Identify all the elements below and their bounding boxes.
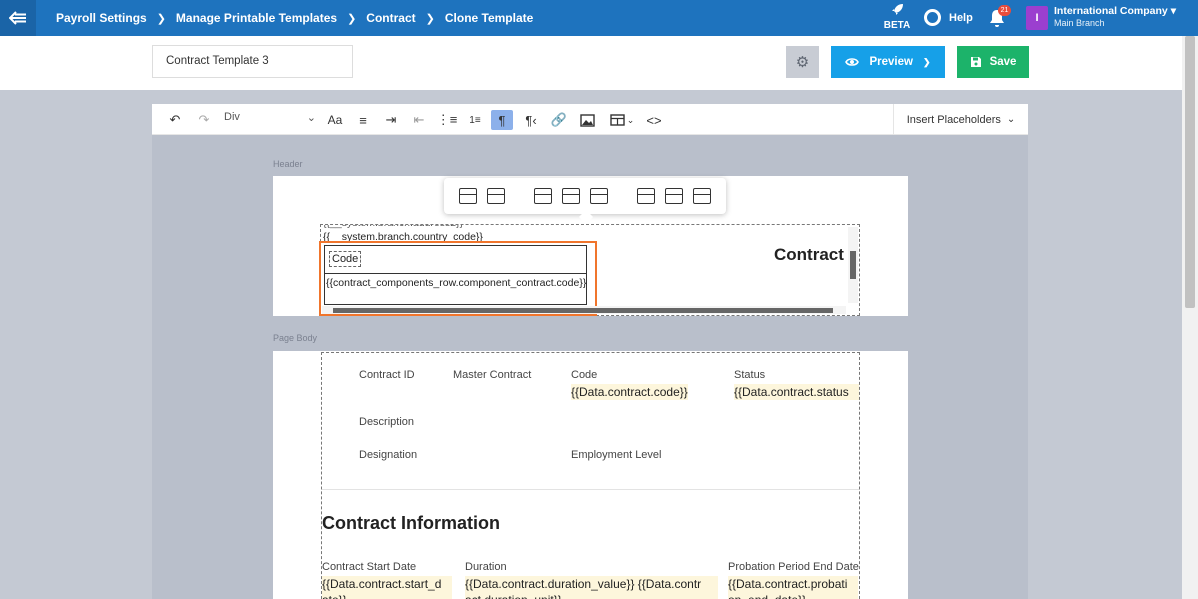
numbered-list-icon[interactable]: 1≡ bbox=[464, 110, 486, 130]
table-header-icon[interactable] bbox=[459, 188, 477, 204]
save-button[interactable]: Save bbox=[957, 46, 1029, 78]
scrollbar-thumb[interactable] bbox=[333, 308, 833, 313]
start-date-placeholder[interactable]: {{Data.contract.start_d ate}} bbox=[322, 576, 452, 599]
rtl-direction-icon[interactable]: ¶‹ bbox=[520, 110, 542, 130]
scrollbar-thumb[interactable] bbox=[1185, 36, 1195, 308]
bullet-list-icon[interactable]: ⋮≡ bbox=[436, 110, 458, 130]
code-label: Code bbox=[571, 369, 598, 381]
chevron-right-icon: ❯ bbox=[347, 12, 357, 25]
code-placeholder-cell[interactable]: {{contract_components_row.component_cont… bbox=[326, 277, 588, 290]
ltr-direction-icon[interactable]: ¶ bbox=[491, 110, 513, 130]
scrollbar-thumb[interactable] bbox=[850, 251, 856, 279]
column-right-icon[interactable] bbox=[665, 188, 683, 204]
breadcrumb-contract[interactable]: Contract bbox=[366, 11, 415, 25]
beta-label: BETA bbox=[883, 20, 911, 31]
row-below-icon[interactable] bbox=[562, 188, 580, 204]
selected-table-cell[interactable]: Code {{contract_components_row.component… bbox=[319, 241, 597, 316]
breadcrumb-clone-template: Clone Template bbox=[444, 11, 534, 25]
caret-down-icon: ▾ bbox=[1170, 5, 1176, 17]
header-contract-title: Contract bbox=[774, 245, 844, 264]
breadcrumb-payroll-settings[interactable]: Payroll Settings bbox=[56, 11, 147, 25]
delete-row-icon[interactable] bbox=[590, 188, 608, 204]
undo-icon[interactable]: ↶ bbox=[164, 110, 186, 130]
company-switcher[interactable]: International Company ▾ Main Branch bbox=[1054, 5, 1176, 29]
redo-icon[interactable]: ↷ bbox=[193, 110, 215, 130]
align-left-icon[interactable]: ≡ bbox=[352, 110, 374, 130]
settings-button[interactable]: ⚙ bbox=[786, 46, 819, 78]
company-avatar[interactable]: I bbox=[1026, 6, 1048, 30]
code-table[interactable]: Code {{contract_components_row.component… bbox=[324, 245, 587, 305]
table-insert-icon[interactable]: ⌄ bbox=[606, 110, 638, 130]
page-header: Contract Template 3 ⚙ Preview ❯ Save bbox=[0, 36, 1182, 90]
duration-placeholder[interactable]: {{Data.contract.duration_value}} {{Data.… bbox=[465, 576, 718, 599]
column-left-icon[interactable] bbox=[637, 188, 655, 204]
block-format-select[interactable]: Div ⌄ bbox=[224, 111, 316, 124]
back-arrow-icon[interactable] bbox=[0, 0, 36, 36]
start-date-label: Contract Start Date bbox=[322, 561, 417, 573]
chevron-right-icon: ❯ bbox=[425, 12, 435, 25]
chevron-down-icon: ⌄ bbox=[1006, 114, 1016, 125]
status-label: Status bbox=[734, 369, 766, 381]
header-horizontal-scrollbar[interactable] bbox=[322, 306, 846, 314]
help-button[interactable]: Help bbox=[924, 9, 973, 26]
description-label: Description bbox=[359, 416, 415, 428]
link-icon[interactable]: 🔗 bbox=[548, 110, 570, 130]
table-popup-toolbar bbox=[444, 178, 726, 225]
branch-name: Main Branch bbox=[1054, 18, 1105, 28]
preview-button[interactable]: Preview ❯ bbox=[831, 46, 945, 78]
block-format-value: Div bbox=[224, 111, 240, 123]
outdent-icon[interactable]: ⇤ bbox=[408, 110, 430, 130]
breadcrumb: Payroll Settings ❯ Manage Printable Temp… bbox=[56, 0, 533, 36]
code-view-icon[interactable]: <> bbox=[643, 110, 665, 130]
duration-label: Duration bbox=[465, 561, 507, 573]
status-placeholder[interactable]: {{Data.contract.status bbox=[734, 384, 859, 400]
top-navigation-bar: Payroll Settings ❯ Manage Printable Temp… bbox=[0, 0, 1198, 36]
beta-button[interactable]: BETA bbox=[880, 3, 914, 31]
image-icon[interactable] bbox=[576, 110, 598, 130]
section-divider bbox=[322, 489, 859, 490]
chevron-down-icon: ⌄ bbox=[306, 112, 316, 124]
employment-level-label: Employment Level bbox=[571, 449, 662, 461]
indent-icon[interactable]: ⇥ bbox=[380, 110, 402, 130]
table-divider bbox=[325, 273, 586, 274]
notifications-badge: 21 bbox=[998, 5, 1011, 16]
gear-icon: ⚙ bbox=[795, 54, 810, 71]
row-above-icon[interactable] bbox=[534, 188, 552, 204]
delete-table-icon[interactable] bbox=[487, 188, 505, 204]
delete-column-icon[interactable] bbox=[693, 188, 711, 204]
preview-label: Preview bbox=[869, 56, 913, 68]
save-label: Save bbox=[989, 56, 1017, 68]
master-contract-label: Master Contract bbox=[453, 369, 532, 381]
lifebuoy-icon bbox=[924, 9, 941, 26]
eye-icon bbox=[845, 58, 860, 66]
code-header-cell[interactable]: Code bbox=[329, 251, 362, 267]
editor-toolbar: ↶ ↷ Div ⌄ Aa ≡ ⇥ ⇤ ⋮≡ 1≡ ¶ ¶‹ 🔗 ⌄ <> Ins… bbox=[152, 104, 1028, 135]
font-size-icon[interactable]: Aa bbox=[324, 110, 346, 130]
breadcrumb-manage-printable-templates[interactable]: Manage Printable Templates bbox=[176, 11, 337, 25]
rocket-icon bbox=[880, 3, 914, 20]
probation-end-date-placeholder[interactable]: {{Data.contract.probati on_end_date}} bbox=[728, 576, 858, 599]
contract-id-label: Contract ID bbox=[359, 369, 415, 381]
probation-end-date-label: Probation Period End Date bbox=[728, 561, 859, 573]
help-label: Help bbox=[949, 11, 973, 24]
page-body-region-label: Page Body bbox=[273, 333, 318, 343]
template-name-input[interactable]: Contract Template 3 bbox=[152, 45, 353, 78]
designation-label: Designation bbox=[359, 449, 418, 461]
chevron-down-icon: ⌄ bbox=[626, 114, 635, 125]
notifications-button[interactable]: 21 bbox=[988, 5, 1011, 28]
page-scrollbar[interactable] bbox=[1182, 36, 1198, 599]
contract-information-heading: Contract Information bbox=[322, 513, 500, 533]
insert-placeholders-dropdown[interactable]: Insert Placeholders ⌄ bbox=[893, 104, 1028, 135]
chevron-down-icon: ❯ bbox=[922, 56, 931, 67]
insert-placeholders-label: Insert Placeholders bbox=[906, 113, 1001, 126]
code-placeholder[interactable]: {{Data.contract.code}} bbox=[571, 384, 688, 400]
chevron-right-icon: ❯ bbox=[156, 12, 166, 25]
header-region-label: Header bbox=[273, 159, 303, 169]
header-vertical-scrollbar[interactable] bbox=[848, 227, 858, 303]
company-name: International Company bbox=[1054, 5, 1168, 17]
header-partial-line: {{__system.branch.address2}} bbox=[323, 225, 463, 229]
floppy-disk-icon bbox=[970, 57, 981, 67]
